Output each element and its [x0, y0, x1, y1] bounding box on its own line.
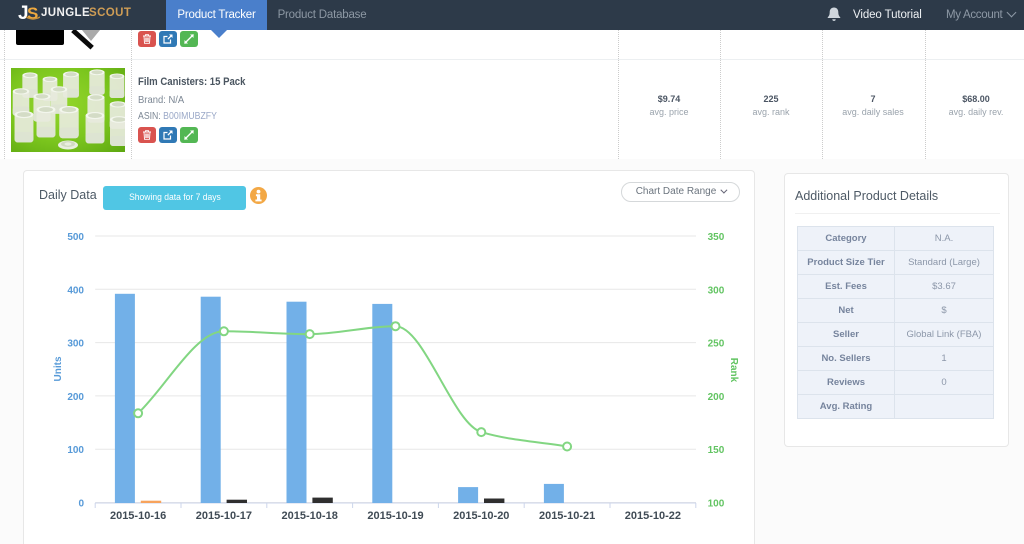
svg-text:400: 400 — [67, 285, 84, 296]
svg-text:350: 350 — [708, 232, 725, 243]
svg-text:2015-10-19: 2015-10-19 — [367, 510, 423, 522]
svg-text:100: 100 — [708, 499, 725, 510]
svg-text:200: 200 — [67, 392, 84, 403]
svg-text:300: 300 — [708, 285, 725, 296]
svg-text:2015-10-20: 2015-10-20 — [453, 510, 509, 522]
svg-text:0: 0 — [78, 499, 84, 510]
svg-text:250: 250 — [708, 339, 725, 350]
svg-text:2015-10-18: 2015-10-18 — [282, 510, 338, 522]
svg-text:2015-10-22: 2015-10-22 — [625, 510, 681, 522]
svg-text:Rank: Rank — [728, 358, 739, 383]
svg-text:2015-10-17: 2015-10-17 — [196, 510, 252, 522]
svg-text:300: 300 — [67, 339, 84, 350]
svg-text:2015-10-21: 2015-10-21 — [539, 510, 595, 522]
svg-text:200: 200 — [708, 392, 725, 403]
svg-text:500: 500 — [67, 232, 84, 243]
svg-text:150: 150 — [708, 445, 725, 456]
svg-text:100: 100 — [67, 445, 84, 456]
svg-text:Units: Units — [53, 356, 64, 381]
svg-text:2015-10-16: 2015-10-16 — [110, 510, 166, 522]
